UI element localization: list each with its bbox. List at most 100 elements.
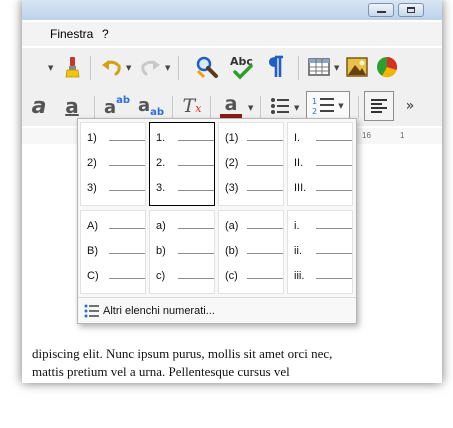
numbering-preset-row: C) bbox=[87, 270, 145, 282]
numbering-preset-row: 1) bbox=[87, 132, 145, 144]
spellcheck-icon: Abc bbox=[230, 55, 253, 80]
numbering-marker: 3) bbox=[87, 182, 97, 194]
chevron-down-icon[interactable]: ▼ bbox=[126, 64, 131, 72]
numbering-preset-row: (a) bbox=[225, 220, 283, 232]
placeholder-text-line bbox=[178, 253, 214, 254]
subscript-button[interactable]: aab bbox=[136, 92, 166, 120]
toolbar-separator bbox=[260, 96, 261, 118]
chevron-down-icon[interactable]: ▼ bbox=[248, 104, 253, 112]
underline-button[interactable]: a bbox=[60, 93, 84, 119]
menu-finestra[interactable]: Finestra bbox=[50, 27, 93, 41]
placeholder-text-line bbox=[178, 228, 214, 229]
clone-formatting-button[interactable] bbox=[60, 54, 86, 80]
toolbar-separator bbox=[94, 96, 95, 118]
numbering-marker: b) bbox=[156, 245, 166, 257]
chevron-down-icon: ▼ bbox=[338, 102, 344, 110]
superscript-button[interactable]: aab bbox=[102, 92, 132, 120]
numbering-preset[interactable]: a) b) c) bbox=[149, 210, 215, 294]
title-bar bbox=[22, 0, 442, 20]
bullet-list-icon bbox=[271, 98, 289, 114]
toolbar-separator bbox=[90, 56, 91, 80]
numbering-marker: B) bbox=[87, 245, 98, 257]
undo-icon bbox=[102, 60, 121, 76]
insert-chart-button[interactable] bbox=[374, 55, 400, 79]
numbering-marker: (2) bbox=[225, 157, 239, 169]
placeholder-text-line bbox=[247, 228, 283, 229]
superscript-glyph: ab bbox=[116, 94, 131, 106]
numbered-list-icon: 1 2 bbox=[312, 97, 335, 116]
numbering-preset-row: b) bbox=[156, 245, 214, 257]
numbering-marker: I. bbox=[294, 132, 301, 144]
numbering-marker: (a) bbox=[225, 220, 239, 232]
toolbar-separator bbox=[178, 56, 179, 80]
placeholder-text-line bbox=[247, 165, 283, 166]
menu-help[interactable]: ? bbox=[102, 27, 109, 41]
image-icon bbox=[346, 57, 368, 77]
underline-icon: a bbox=[65, 94, 79, 118]
clear-formatting-button[interactable]: Tx bbox=[180, 93, 204, 119]
chevron-down-icon[interactable]: ▼ bbox=[294, 104, 299, 112]
paintbrush-icon bbox=[65, 57, 80, 78]
placeholder-text-line bbox=[178, 190, 214, 191]
numbering-preset[interactable]: i. ii. iii. bbox=[287, 210, 353, 294]
undo-button[interactable] bbox=[100, 55, 124, 79]
document-text-line: mattis pretium vel a urna. Pellentesque … bbox=[32, 364, 290, 379]
placeholder-text-line bbox=[247, 140, 283, 141]
numbering-preset-row: a) bbox=[156, 220, 214, 232]
numbering-preset-row: (2) bbox=[225, 157, 283, 169]
formatting-marks-button[interactable] bbox=[264, 54, 290, 80]
bullets-button[interactable] bbox=[268, 94, 292, 118]
numbering-marker: 2) bbox=[87, 157, 97, 169]
placeholder-text-line bbox=[178, 140, 214, 141]
numbering-marker: iii. bbox=[294, 270, 305, 282]
redo-button[interactable] bbox=[138, 55, 162, 79]
numbering-preset[interactable]: (a) (b) (c) bbox=[218, 210, 284, 294]
chevron-down-icon[interactable]: ▼ bbox=[48, 64, 53, 72]
chevron-down-icon[interactable]: ▼ bbox=[334, 64, 339, 72]
superscript-icon: aab bbox=[103, 94, 131, 118]
numbering-preset-row: iii. bbox=[294, 270, 352, 282]
numbering-preset-row: 1. bbox=[156, 132, 214, 144]
font-color-icon: a bbox=[224, 93, 238, 115]
maximize-button[interactable] bbox=[398, 3, 424, 17]
spelling-button[interactable]: Abc bbox=[228, 53, 256, 81]
placeholder-text-line bbox=[109, 190, 145, 191]
numbering-preset[interactable]: 1. 2. 3. bbox=[149, 122, 215, 206]
chevron-down-icon[interactable]: ▼ bbox=[165, 64, 170, 72]
clear-formatting-icon: Tx bbox=[182, 95, 202, 117]
standard-toolbar: ▼ ▼ ▼ Abc ▼ bbox=[22, 48, 442, 88]
svg-text:1: 1 bbox=[312, 97, 317, 106]
minimize-button[interactable] bbox=[368, 3, 394, 17]
placeholder-text-line bbox=[178, 165, 214, 166]
more-numbering-option[interactable]: Altri elenchi numerati... bbox=[78, 297, 356, 324]
numbering-preset-row: 3. bbox=[156, 182, 214, 194]
placeholder-text-line bbox=[247, 190, 283, 191]
numbering-preset-row: (3) bbox=[225, 182, 283, 194]
numbering-marker: 1. bbox=[156, 132, 166, 144]
insert-table-button[interactable] bbox=[306, 55, 332, 79]
numbering-preset-row: 3) bbox=[87, 182, 145, 194]
more-tools-button[interactable]: » bbox=[402, 96, 418, 116]
numbering-preset-row: 2) bbox=[87, 157, 145, 169]
insert-image-button[interactable] bbox=[344, 55, 370, 79]
numbering-marker: C) bbox=[87, 270, 99, 282]
numbering-button[interactable]: 1 2 ▼ bbox=[306, 91, 350, 121]
numbering-preset[interactable]: I. II. III. bbox=[287, 122, 353, 206]
numbering-preset-row: (c) bbox=[225, 270, 283, 282]
toolbar-separator bbox=[172, 96, 173, 118]
placeholder-text-line bbox=[316, 278, 352, 279]
numbering-preset-row: c) bbox=[156, 270, 214, 282]
align-left-button[interactable] bbox=[364, 91, 394, 121]
placeholder-text-line bbox=[316, 190, 352, 191]
numbering-preset[interactable]: A) B) C) bbox=[80, 210, 146, 294]
minimize-icon bbox=[377, 11, 386, 13]
numbering-marker: a) bbox=[156, 220, 166, 232]
svg-text:2: 2 bbox=[312, 107, 317, 116]
numbering-marker: II. bbox=[294, 157, 304, 169]
find-replace-button[interactable] bbox=[194, 54, 220, 80]
numbering-preset-row: (b) bbox=[225, 245, 283, 257]
numbering-preset[interactable]: (1) (2) (3) bbox=[218, 122, 284, 206]
font-color-button[interactable]: a bbox=[218, 92, 244, 120]
italic-button[interactable]: a bbox=[30, 93, 48, 119]
numbering-preset[interactable]: 1) 2) 3) bbox=[80, 122, 146, 206]
